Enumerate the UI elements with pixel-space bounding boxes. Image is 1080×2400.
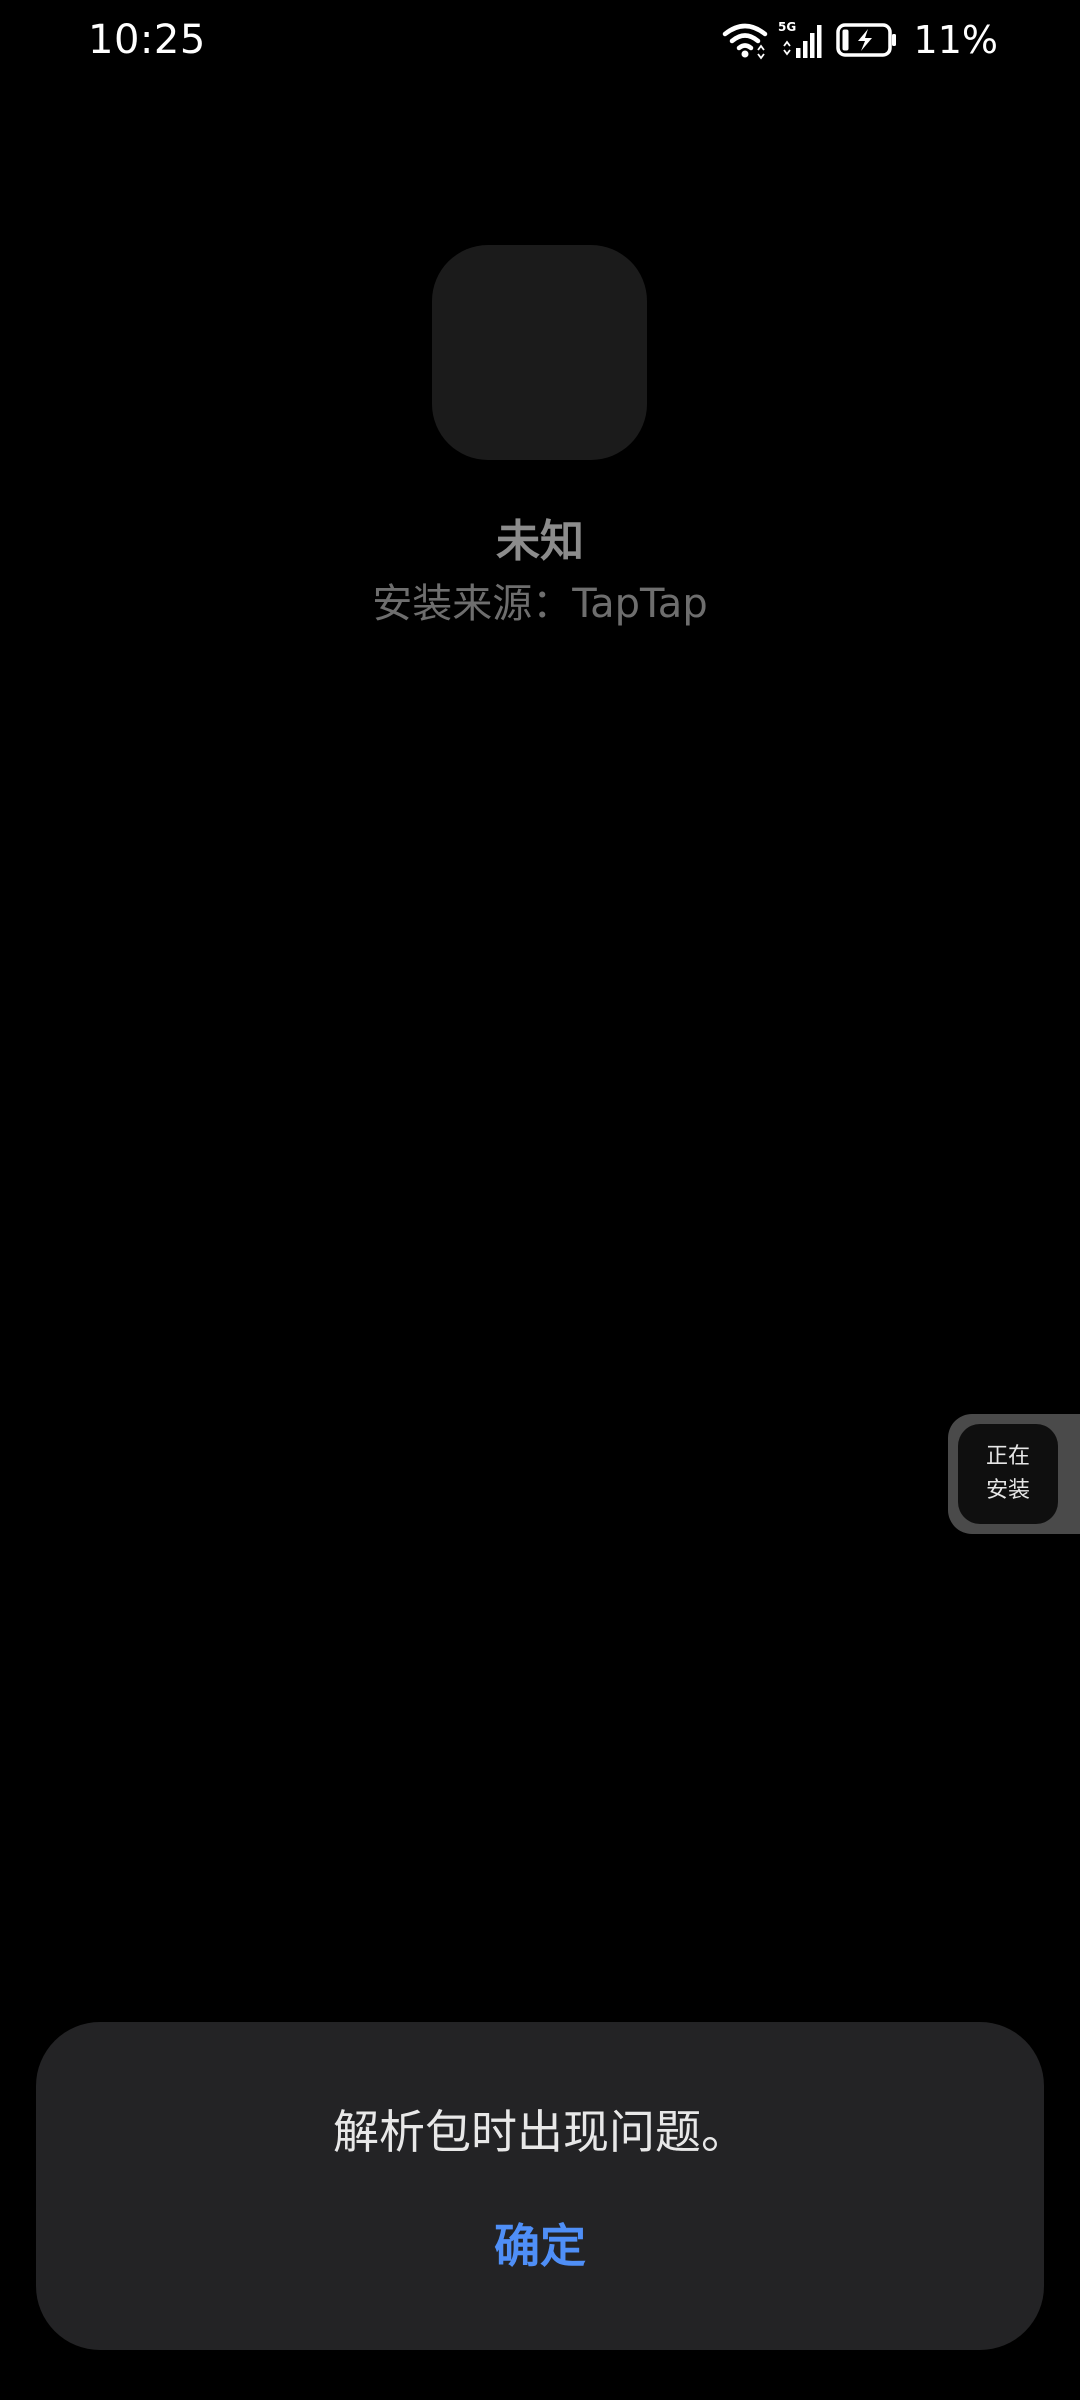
status-bar: 10:25 5G 11% <box>0 0 1080 80</box>
status-icons: 5G 11% <box>722 16 998 64</box>
app-icon-placeholder <box>432 245 647 460</box>
battery-charging-icon <box>835 22 898 58</box>
svg-text:5G: 5G <box>778 20 796 34</box>
floating-label-line2: 安装 <box>985 1478 1030 1503</box>
floating-installing-button[interactable]: 正在 安装 <box>958 1424 1058 1524</box>
status-time: 10:25 <box>88 17 206 63</box>
install-source: 安装来源：TapTap <box>372 581 708 627</box>
confirm-button[interactable]: 确定 <box>440 2206 640 2286</box>
floating-label-line1: 正在 <box>985 1444 1030 1469</box>
cellular-5g-icon: 5G <box>778 20 826 60</box>
battery-percent: 11% <box>913 18 998 62</box>
dialog-message: 解析包时出现问题。 <box>333 2105 747 2159</box>
error-dialog: 解析包时出现问题。 确定 <box>36 2022 1044 2350</box>
app-name: 未知 <box>496 516 584 567</box>
wifi-icon <box>722 20 768 60</box>
floating-installing-widget[interactable]: 正在 安装 <box>948 1414 1080 1534</box>
